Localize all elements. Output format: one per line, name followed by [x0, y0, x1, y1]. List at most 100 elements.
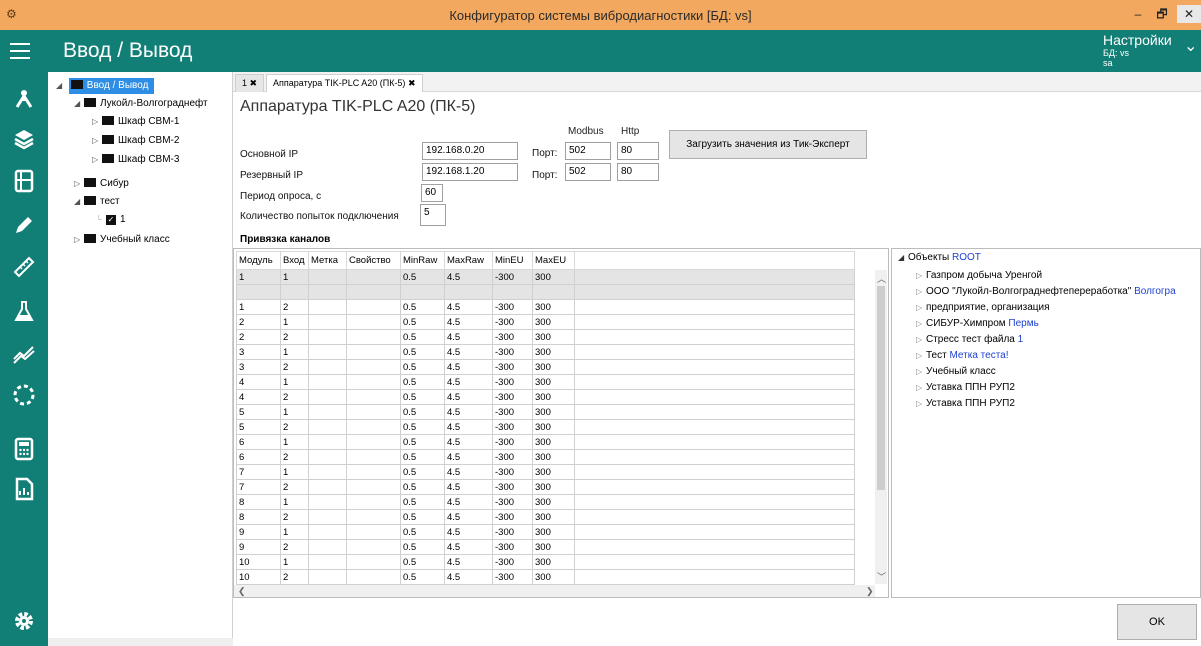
table-cell[interactable]	[346, 554, 401, 570]
table-cell[interactable]: 0.5	[400, 359, 445, 375]
table-cell[interactable]: 300	[532, 509, 575, 525]
object-tree-item[interactable]: ▷ Стресс тест файла 1	[916, 333, 1023, 347]
table-cell[interactable]: 300	[532, 419, 575, 435]
table-cell[interactable]	[308, 539, 347, 555]
table-cell[interactable]: 4	[236, 389, 281, 405]
column-header[interactable]: Вход	[280, 251, 309, 270]
table-cell[interactable]: 3	[236, 344, 281, 360]
table-cell[interactable]: -300	[492, 554, 533, 570]
table-cell[interactable]: 300	[532, 569, 575, 585]
table-cell[interactable]	[308, 494, 347, 510]
table-cell[interactable]	[308, 344, 347, 360]
table-cell[interactable]: 2	[280, 509, 309, 525]
expand-arrow-icon[interactable]: ▷	[916, 349, 926, 363]
table-cell[interactable]: -300	[492, 359, 533, 375]
table-row[interactable]: 3 1 0.5 4.5 -300 300	[236, 344, 855, 360]
table-cell[interactable]	[346, 509, 401, 525]
table-cell[interactable]: -300	[492, 269, 533, 285]
table-cell[interactable]: 300	[532, 479, 575, 495]
reserve-ip-field[interactable]: 192.168.1.20	[422, 163, 518, 181]
table-cell[interactable]	[308, 404, 347, 420]
scroll-left-icon[interactable]: ❮	[238, 586, 246, 597]
expand-arrow-icon[interactable]: ▷	[92, 133, 102, 149]
table-cell[interactable]: 4.5	[444, 494, 493, 510]
table-row[interactable]: 7 1 0.5 4.5 -300 300	[236, 464, 855, 480]
expand-arrow-icon[interactable]: ▷	[92, 152, 102, 168]
table-cell[interactable]: 8	[236, 494, 281, 510]
settings-menu[interactable]: Настройки БД: vs sa ⌄	[1103, 32, 1197, 68]
tree-item-root-selected[interactable]: Ввод / Вывод	[68, 78, 155, 94]
expand-arrow-icon[interactable]: ▷	[916, 397, 926, 411]
table-cell[interactable]: 4.5	[444, 404, 493, 420]
table-row[interactable]: 10 1 0.5 4.5 -300 300	[236, 554, 855, 570]
table-cell[interactable]: 4.5	[444, 524, 493, 540]
layers-icon[interactable]	[9, 124, 39, 154]
table-row[interactable]: 8 1 0.5 4.5 -300 300	[236, 494, 855, 510]
table-cell[interactable]: -300	[492, 344, 533, 360]
table-cell[interactable]	[444, 284, 493, 300]
expand-arrow-icon[interactable]: ▷	[916, 285, 926, 299]
table-cell[interactable]: 1	[280, 524, 309, 540]
table-cell[interactable]	[308, 449, 347, 465]
table-cell[interactable]	[346, 434, 401, 450]
main-modbus-port-field[interactable]: 502	[565, 142, 611, 160]
table-cell[interactable]: 2	[280, 329, 309, 345]
table-cell[interactable]: 4.5	[444, 479, 493, 495]
gear-icon[interactable]	[9, 606, 39, 636]
table-row[interactable]: 4 2 0.5 4.5 -300 300	[236, 389, 855, 405]
table-cell[interactable]: 300	[532, 539, 575, 555]
main-http-port-field[interactable]: 80	[617, 142, 659, 160]
attempts-field[interactable]: 5	[420, 204, 446, 226]
table-cell[interactable]: 300	[532, 494, 575, 510]
table-cell[interactable]: 2	[280, 479, 309, 495]
column-header[interactable]: Метка	[308, 251, 347, 270]
table-cell[interactable]: 2	[236, 314, 281, 330]
table-cell[interactable]: 4	[236, 374, 281, 390]
scroll-down-icon[interactable]: ﹀	[877, 570, 886, 583]
column-header[interactable]: Свойство	[346, 251, 401, 270]
table-cell[interactable]: 2	[280, 569, 309, 585]
table-cell[interactable]: 5	[236, 419, 281, 435]
table-cell[interactable]: 4.5	[444, 449, 493, 465]
checkbox-icon[interactable]: ✓	[106, 215, 116, 225]
close-tab-icon[interactable]: ✖	[408, 78, 416, 88]
table-cell[interactable]: 4.5	[444, 509, 493, 525]
tab-device[interactable]: Аппаратура TIK-PLC A20 (ПК-5) ✖	[266, 74, 423, 92]
column-header[interactable]: MaxRaw	[444, 251, 493, 270]
table-cell[interactable]: -300	[492, 299, 533, 315]
table-cell[interactable]	[308, 359, 347, 375]
table-cell[interactable]	[308, 569, 347, 585]
table-cell[interactable]: 4.5	[444, 299, 493, 315]
table-cell[interactable]	[400, 284, 445, 300]
maximize-button[interactable]: 🗗	[1151, 5, 1173, 23]
table-row[interactable]: 2 2 0.5 4.5 -300 300	[236, 329, 855, 345]
table-cell[interactable]: 2	[280, 419, 309, 435]
table-cell[interactable]	[308, 389, 347, 405]
tree-item-uchebny[interactable]: ▷ Учебный класс	[74, 232, 170, 248]
table-cell[interactable]: 0.5	[400, 419, 445, 435]
minimize-button[interactable]: –	[1127, 5, 1149, 23]
table-cell[interactable]: 0.5	[400, 344, 445, 360]
table-cell[interactable]: 1	[280, 554, 309, 570]
close-tab-icon[interactable]: ✖	[250, 78, 258, 88]
table-cell[interactable]	[308, 464, 347, 480]
object-tree-item[interactable]: ▷ Уставка ППН РУП2	[916, 381, 1015, 395]
table-cell[interactable]: -300	[492, 524, 533, 540]
table-cell[interactable]: 1	[280, 314, 309, 330]
collapse-arrow-icon[interactable]: ◢	[74, 96, 84, 112]
table-cell[interactable]	[346, 374, 401, 390]
table-cell[interactable]: 2	[280, 539, 309, 555]
table-cell[interactable]: 300	[532, 269, 575, 285]
table-cell[interactable]: 300	[532, 464, 575, 480]
menu-icon[interactable]	[10, 43, 30, 59]
expand-arrow-icon[interactable]: ▷	[74, 232, 84, 248]
table-cell[interactable]: 300	[532, 389, 575, 405]
table-cell[interactable]: 0.5	[400, 389, 445, 405]
table-cell[interactable]: 4.5	[444, 374, 493, 390]
reserve-http-port-field[interactable]: 80	[617, 163, 659, 181]
table-cell[interactable]	[346, 344, 401, 360]
table-cell[interactable]: 1	[280, 494, 309, 510]
table-cell[interactable]: 4.5	[444, 464, 493, 480]
expand-arrow-icon[interactable]: ▷	[916, 301, 926, 315]
table-cell[interactable]: 6	[236, 449, 281, 465]
